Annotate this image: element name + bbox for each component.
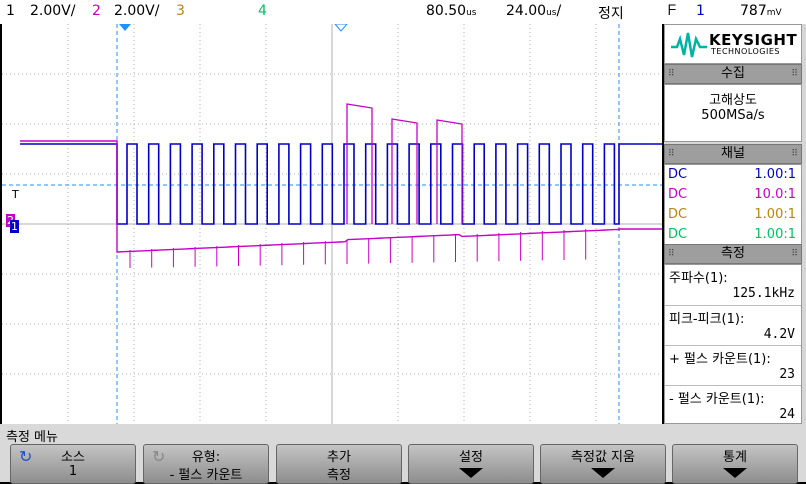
measure-label: + 펄스 카운트(1): (669, 352, 771, 367)
measure-header[interactable]: ⠿ 측정 ⠿ (664, 244, 802, 264)
channel-row-3[interactable]: DC 1.00:1 (665, 205, 801, 225)
ch1-scale[interactable]: 2.00V/ (30, 3, 75, 19)
ch3-number[interactable]: 3 (176, 3, 185, 19)
trigger-level[interactable]: 787mV (740, 3, 782, 19)
ch2-waveform (20, 140, 662, 253)
time-reference-marker (334, 24, 348, 32)
statistics-softkey[interactable]: 통계 (672, 444, 798, 484)
ch1-ground-marker: 1 (10, 220, 19, 233)
measure-item-peak-to-peak[interactable]: 피크-피크(1): 4.2V (665, 305, 801, 346)
submenu-arrow-icon (459, 468, 483, 478)
measure-label: 피크-피크(1): (669, 312, 745, 327)
time-scale[interactable]: 24.00us/ (506, 3, 561, 19)
info-panel: KEYSIGHT TECHNOLOGIES ⠿ 수집 ⠿ 고해상도 500MSa… (664, 24, 806, 424)
waveform-display[interactable]: T 2 1 (2, 24, 662, 424)
acquire-mode: 고해상도 (709, 93, 757, 108)
measure-title: 측정 (721, 246, 745, 261)
logo-sub: TECHNOLOGIES (711, 47, 780, 56)
type-softkey[interactable]: ↻ 유형: - 펄스 카운트 (143, 444, 269, 484)
trigger-marker: T (12, 188, 19, 201)
ch2-pulse-bump (391, 118, 418, 224)
measure-item-positive-pulse-count[interactable]: + 펄스 카운트(1): 23 (665, 345, 801, 386)
ch2-pulse-bump (346, 103, 373, 224)
measure-label: 주파수(1): (669, 271, 728, 286)
softkey-menu: 측정 메뉴 ↻ 소스 1 ↻ 유형: - 펄스 카운트 추가 측정 설정 측정값… (0, 424, 806, 484)
measure-value: 125.1kHz (732, 286, 795, 301)
keysight-wave-icon (671, 32, 707, 58)
measure-item-negative-pulse-count[interactable]: - 펄스 카운트(1): 24 (665, 385, 801, 424)
ch4-number[interactable]: 4 (258, 3, 267, 19)
acquire-body: 고해상도 500MSa/s (664, 84, 802, 142)
measure-body: 주파수(1): 125.1kHz 피크-피크(1): 4.2V + 펄스 카운트… (664, 264, 802, 424)
settings-softkey[interactable]: 설정 (408, 444, 534, 484)
channel-row-2[interactable]: DC 10.0:1 (665, 185, 801, 205)
channels-body: DC 1.00:1 DC 10.0:1 DC 1.00:1 DC 1.00:1 (664, 164, 802, 246)
clear-measurements-softkey[interactable]: 측정값 지움 (540, 444, 666, 484)
acquire-header[interactable]: ⠿ 수집 ⠿ (664, 64, 802, 84)
keysight-logo: KEYSIGHT TECHNOLOGIES (664, 24, 802, 64)
channels-title: 채널 (721, 146, 745, 161)
submenu-arrow-icon (591, 468, 615, 478)
trigger-position-marker (119, 24, 131, 31)
measure-label: - 펄스 카운트(1): (669, 392, 765, 407)
acquire-title: 수집 (721, 66, 745, 81)
ch1-number[interactable]: 1 (6, 3, 15, 19)
trigger-edge-icon: ᖴ (668, 3, 677, 19)
measure-item-frequency[interactable]: 주파수(1): 125.1kHz (665, 265, 801, 305)
channel-row-4[interactable]: DC 1.00:1 (665, 225, 801, 245)
measure-value: 23 (779, 367, 795, 382)
time-delay[interactable]: 80.50us (426, 3, 477, 19)
add-measurement-softkey[interactable]: 추가 측정 (276, 444, 402, 484)
channels-header[interactable]: ⠿ 채널 ⠿ (664, 144, 802, 164)
status-bar: 1 2.00V/ 2 2.00V/ 3 4 80.50us 24.00us/ 정… (0, 0, 806, 24)
ch2-scale[interactable]: 2.00V/ (114, 3, 159, 19)
submenu-arrow-icon (723, 468, 747, 478)
measure-value: 24 (779, 407, 795, 422)
source-softkey[interactable]: ↻ 소스 1 (10, 444, 136, 484)
acquire-rate: 500MSa/s (701, 108, 765, 123)
measure-value: 4.2V (763, 327, 795, 342)
trigger-source[interactable]: 1 (696, 3, 705, 19)
ch2-number[interactable]: 2 (92, 3, 101, 19)
waveform-canvas[interactable] (2, 24, 662, 424)
menu-title: 측정 메뉴 (6, 430, 58, 445)
run-state[interactable]: 정지 (598, 3, 624, 23)
channel-row-1[interactable]: DC 1.00:1 (665, 165, 801, 185)
